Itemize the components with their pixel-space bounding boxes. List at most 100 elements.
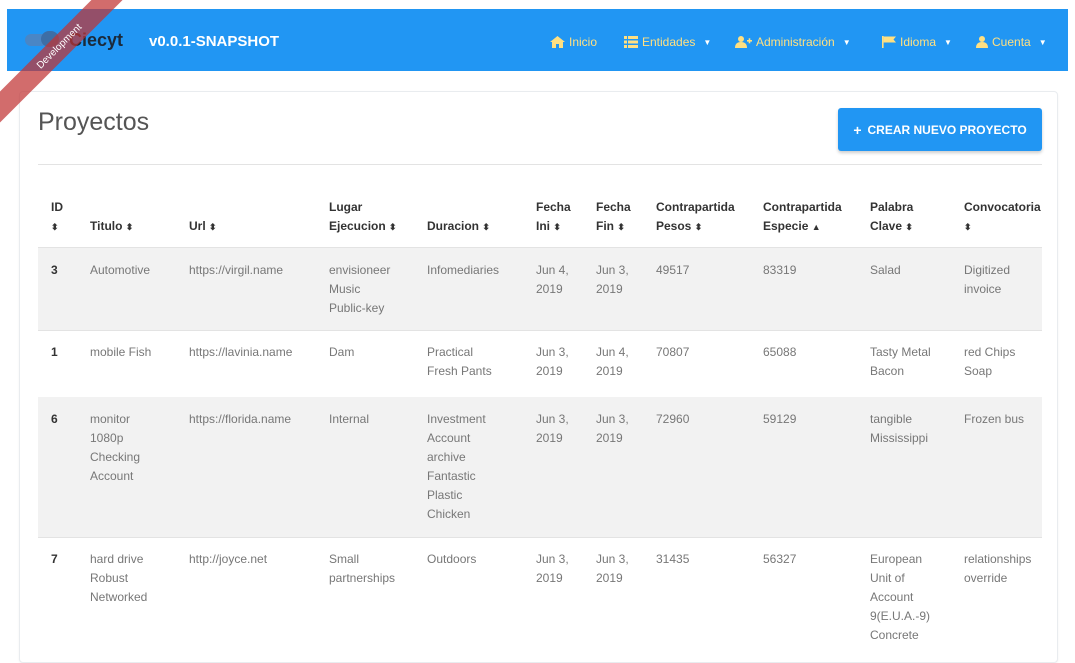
cell-contrapartida-pesos: 70807 <box>656 345 690 359</box>
cell-url: http://joyce.net <box>189 552 268 566</box>
title-divider <box>38 164 1042 165</box>
column-header-label: Duracion <box>427 219 480 233</box>
sort-ascending-icon: ▲ <box>811 222 821 232</box>
cell-convocatoria: relationships override <box>964 552 1032 585</box>
cell-duracion: Investment Account archive Fantastic Pla… <box>427 412 486 521</box>
column-header-label-line2: Ini <box>536 219 550 233</box>
cell-duracion: Outdoors <box>427 552 477 566</box>
column-header-url[interactable]: Url ⬍ <box>189 217 217 237</box>
cell-url: https://virgil.name <box>189 263 284 277</box>
cell-contrapartida-pesos: 72960 <box>656 412 690 426</box>
top-navbar: Ciecyt v0.0.1-SNAPSHOT Inicio Entidades … <box>7 9 1068 71</box>
cell-convocatoria: red Chips Soap <box>964 345 1016 378</box>
cell-fecha-ini: Jun 3, 2019 <box>536 412 569 445</box>
column-header-contrapartida-especie[interactable]: Contrapartida Especie ▲ <box>763 198 842 237</box>
column-header-label: Contrapartida <box>763 200 842 214</box>
chevron-down-icon: ▼ <box>842 37 851 47</box>
cell-url: https://florida.name <box>189 412 292 426</box>
nav-inicio-label: Inicio <box>569 35 598 49</box>
flag-icon <box>882 36 896 48</box>
cell-lugar: envisioneer Music Public-key <box>329 263 391 315</box>
chevron-down-icon: ▼ <box>1038 37 1047 47</box>
sort-icon: ⬍ <box>617 222 625 232</box>
sort-icon: ⬍ <box>694 222 703 232</box>
cell-contrapartida-especie: 65088 <box>763 345 797 359</box>
cell-fecha-fin: Jun 3, 2019 <box>596 552 629 585</box>
cell-id[interactable]: 1 <box>51 343 58 362</box>
cell-fecha-fin: Jun 3, 2019 <box>596 263 629 296</box>
chevron-down-icon: ▼ <box>703 37 712 47</box>
cell-lugar: Internal <box>329 412 370 426</box>
nav-administracion-label: Administración <box>756 35 835 49</box>
cell-contrapartida-pesos: 49517 <box>656 263 690 277</box>
nav-administracion[interactable]: Administración ▼ <box>735 35 851 49</box>
cell-titulo: mobile Fish <box>90 345 152 359</box>
column-header-contrapartida-pesos[interactable]: Contrapartida Pesos ⬍ <box>656 198 735 237</box>
sort-icon: ⬍ <box>51 222 59 232</box>
column-header-id[interactable]: ID ⬍ <box>51 198 63 237</box>
cell-contrapartida-pesos: 31435 <box>656 552 690 566</box>
brand-version: v0.0.1-SNAPSHOT <box>149 33 280 50</box>
cell-convocatoria: Digitized invoice <box>964 263 1011 296</box>
cell-duracion: Practical Fresh Pants <box>427 345 492 378</box>
cell-id[interactable]: 3 <box>51 261 58 280</box>
list-icon <box>624 36 638 48</box>
nav-inicio[interactable]: Inicio <box>550 35 597 49</box>
cell-convocatoria: Frozen bus <box>964 412 1025 426</box>
column-header-duracion[interactable]: Duracion ⬍ <box>427 217 490 237</box>
nav-idioma-label: Idioma <box>900 35 937 49</box>
user-icon <box>976 36 988 48</box>
column-header-fecha-fin[interactable]: Fecha Fin ⬍ <box>596 198 631 237</box>
column-header-lugar[interactable]: Lugar Ejecucion ⬍ <box>329 198 397 237</box>
column-header-label: Url <box>189 219 206 233</box>
cell-fecha-fin: Jun 3, 2019 <box>596 412 629 445</box>
cell-contrapartida-especie: 59129 <box>763 412 797 426</box>
page-title: Proyectos <box>38 108 150 136</box>
column-header-label: Convocatoria <box>964 200 1041 214</box>
cell-titulo: hard drive Robust Networked <box>90 552 148 604</box>
cell-palabra-clave: Tasty Metal Bacon <box>870 345 931 378</box>
column-header-label-line2: Fin <box>596 219 614 233</box>
cell-id[interactable]: 7 <box>51 550 58 569</box>
column-header-label: Fecha <box>596 200 631 214</box>
nav-cuenta[interactable]: Cuenta ▼ <box>976 35 1047 49</box>
column-header-label: Contrapartida <box>656 200 735 214</box>
cell-fecha-ini: Jun 3, 2019 <box>536 345 569 378</box>
create-project-label: CREAR NUEVO PROYECTO <box>867 122 1027 137</box>
sort-icon: ⬍ <box>482 222 490 232</box>
column-header-convocatoria[interactable]: Convocatoria ⬍ <box>964 198 1041 237</box>
cell-contrapartida-especie: 56327 <box>763 552 797 566</box>
cell-palabra-clave: European Unit of Account 9(E.U.A.-9) Con… <box>870 552 931 642</box>
cell-lugar: Dam <box>329 345 355 359</box>
column-header-label: Fecha <box>536 200 571 214</box>
user-add-icon <box>735 36 752 48</box>
nav-entidades[interactable]: Entidades ▼ <box>624 35 711 49</box>
nav-cuenta-label: Cuenta <box>992 35 1031 49</box>
cell-fecha-fin: Jun 4, 2019 <box>596 345 629 378</box>
sort-icon: ⬍ <box>964 222 972 232</box>
create-project-button[interactable]: + CREAR NUEVO PROYECTO <box>838 108 1042 151</box>
cell-url: https://lavinia.name <box>189 345 293 359</box>
plus-icon: + <box>853 121 862 138</box>
column-header-palabra-clave[interactable]: Palabra Clave ⬍ <box>870 198 913 237</box>
cell-fecha-ini: Jun 4, 2019 <box>536 263 569 296</box>
sort-icon: ⬍ <box>389 222 397 232</box>
column-header-label-line2: Ejecucion <box>329 219 386 233</box>
cell-contrapartida-especie: 83319 <box>763 263 797 277</box>
nav-idioma[interactable]: Idioma ▼ <box>882 35 952 49</box>
cell-titulo: monitor 1080p Checking Account <box>90 412 141 483</box>
cell-duracion: Infomediaries <box>427 263 500 277</box>
nav-entidades-label: Entidades <box>642 35 696 49</box>
cell-palabra-clave: Salad <box>870 263 901 277</box>
cell-fecha-ini: Jun 3, 2019 <box>536 552 569 585</box>
chevron-down-icon: ▼ <box>944 37 952 47</box>
sort-icon: ⬍ <box>125 222 134 232</box>
sort-icon: ⬍ <box>905 222 913 232</box>
cell-palabra-clave: tangible Mississippi <box>870 412 929 445</box>
column-header-titulo[interactable]: Titulo ⬍ <box>90 217 133 237</box>
cell-id[interactable]: 6 <box>51 410 58 429</box>
column-header-label-line2: Clave <box>870 219 903 233</box>
sort-icon: ⬍ <box>553 222 561 232</box>
column-header-label: ID <box>51 200 63 214</box>
column-header-fecha-ini[interactable]: Fecha Ini ⬍ <box>536 198 571 237</box>
